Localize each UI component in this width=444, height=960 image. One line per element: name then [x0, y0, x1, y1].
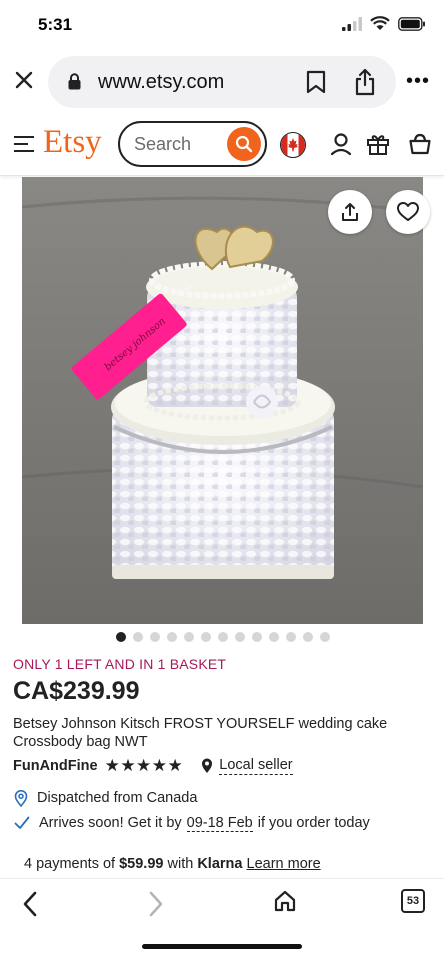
- klarna-prefix: 4 payments of: [24, 856, 116, 872]
- image-carousel-indicator: [0, 632, 444, 644]
- product-image[interactable]: betsey johnson: [22, 177, 423, 624]
- favorite-button[interactable]: [386, 190, 430, 234]
- carousel-dot[interactable]: [320, 632, 330, 642]
- dispatch-info: Dispatched from Canada: [14, 788, 197, 808]
- etsy-logo[interactable]: Etsy: [43, 124, 102, 161]
- home-indicator[interactable]: [142, 944, 302, 949]
- browser-toolbar: www.etsy.com •••: [0, 54, 444, 110]
- address-bar[interactable]: www.etsy.com: [48, 56, 396, 108]
- local-seller-link[interactable]: Local seller: [219, 757, 293, 775]
- heart-icon: [397, 202, 419, 221]
- close-icon: [15, 71, 33, 89]
- account-button[interactable]: [330, 132, 352, 161]
- klarna-amount: $59.99: [119, 856, 164, 872]
- user-icon: [330, 133, 352, 156]
- region-flag-button[interactable]: [280, 132, 306, 158]
- carousel-dot[interactable]: [116, 632, 126, 642]
- arrival-prefix: Arrives soon! Get it by: [39, 815, 182, 831]
- search-button[interactable]: [227, 127, 261, 161]
- seller-row: FunAndFine ★★★★★ Local seller: [13, 756, 293, 776]
- url-text: www.etsy.com: [98, 71, 225, 93]
- canada-flag-icon: [281, 133, 305, 157]
- search-input[interactable]: Search: [118, 121, 267, 167]
- shop-name-link[interactable]: FunAndFine: [13, 758, 98, 774]
- bookmark-icon: [306, 70, 326, 94]
- gift-icon: [367, 135, 389, 155]
- home-icon: [274, 890, 296, 912]
- arrival-dates-link[interactable]: 09-18 Feb: [186, 815, 253, 832]
- battery-icon: [398, 16, 425, 31]
- listing-title: Betsey Johnson Kitsch FROST YOURSELF wed…: [13, 716, 388, 750]
- checkmark-icon: [14, 816, 30, 829]
- basket-icon: [409, 133, 431, 155]
- back-button[interactable]: [22, 891, 38, 922]
- location-pin-icon: [202, 758, 213, 773]
- klarna-with: with: [167, 856, 194, 872]
- carousel-dot[interactable]: [133, 632, 143, 642]
- status-time: 5:31: [38, 15, 73, 34]
- bookmark-button[interactable]: [306, 70, 326, 99]
- stock-note: ONLY 1 LEFT AND IN 1 BASKET: [13, 656, 227, 672]
- share-icon: [342, 203, 358, 221]
- price: CA$239.99: [13, 677, 140, 705]
- share-icon: [355, 68, 375, 96]
- status-icons: [342, 16, 426, 31]
- wifi-icon: [370, 16, 390, 30]
- arrival-suffix: if you order today: [257, 815, 370, 831]
- cart-button[interactable]: [408, 132, 432, 161]
- forward-button[interactable]: [148, 891, 164, 922]
- status-bar: 5:31: [0, 0, 444, 52]
- carousel-dot[interactable]: [150, 632, 160, 642]
- carousel-dot[interactable]: [269, 632, 279, 642]
- carousel-dot[interactable]: [303, 632, 313, 642]
- more-options-button[interactable]: •••: [406, 71, 430, 91]
- carousel-dot[interactable]: [252, 632, 262, 642]
- share-listing-button[interactable]: [328, 190, 372, 234]
- site-header: Etsy Search: [0, 114, 444, 176]
- carousel-dot[interactable]: [167, 632, 177, 642]
- close-tab-button[interactable]: [12, 68, 36, 92]
- carousel-dot[interactable]: [184, 632, 194, 642]
- carousel-dot[interactable]: [201, 632, 211, 642]
- search-placeholder: Search: [134, 134, 192, 154]
- cellular-signal-icon: [342, 16, 362, 31]
- learn-more-link[interactable]: Learn more: [247, 856, 321, 872]
- wedding-cake-bag-photo: betsey johnson: [22, 177, 423, 624]
- browser-share-button[interactable]: [354, 68, 376, 101]
- carousel-dot[interactable]: [235, 632, 245, 642]
- rating-stars[interactable]: ★★★★★: [105, 756, 184, 776]
- arrival-info: Arrives soon! Get it by 09-18 Feb if you…: [14, 813, 370, 833]
- tabs-button[interactable]: 53: [401, 889, 425, 913]
- chevron-left-icon: [23, 891, 37, 917]
- home-button[interactable]: [274, 890, 296, 917]
- search-icon: [235, 135, 253, 153]
- chevron-right-icon: [149, 891, 163, 917]
- carousel-dot[interactable]: [218, 632, 228, 642]
- dispatch-text: Dispatched from Canada: [37, 790, 198, 806]
- menu-icon[interactable]: [14, 136, 34, 157]
- carousel-dot[interactable]: [286, 632, 296, 642]
- gift-button[interactable]: [366, 132, 390, 161]
- klarna-payment-info: 4 payments of $59.99 with Klarna Learn m…: [24, 856, 321, 872]
- lock-icon: [68, 73, 81, 90]
- location-pin-icon: [14, 789, 28, 807]
- klarna-brand: Klarna: [197, 856, 243, 872]
